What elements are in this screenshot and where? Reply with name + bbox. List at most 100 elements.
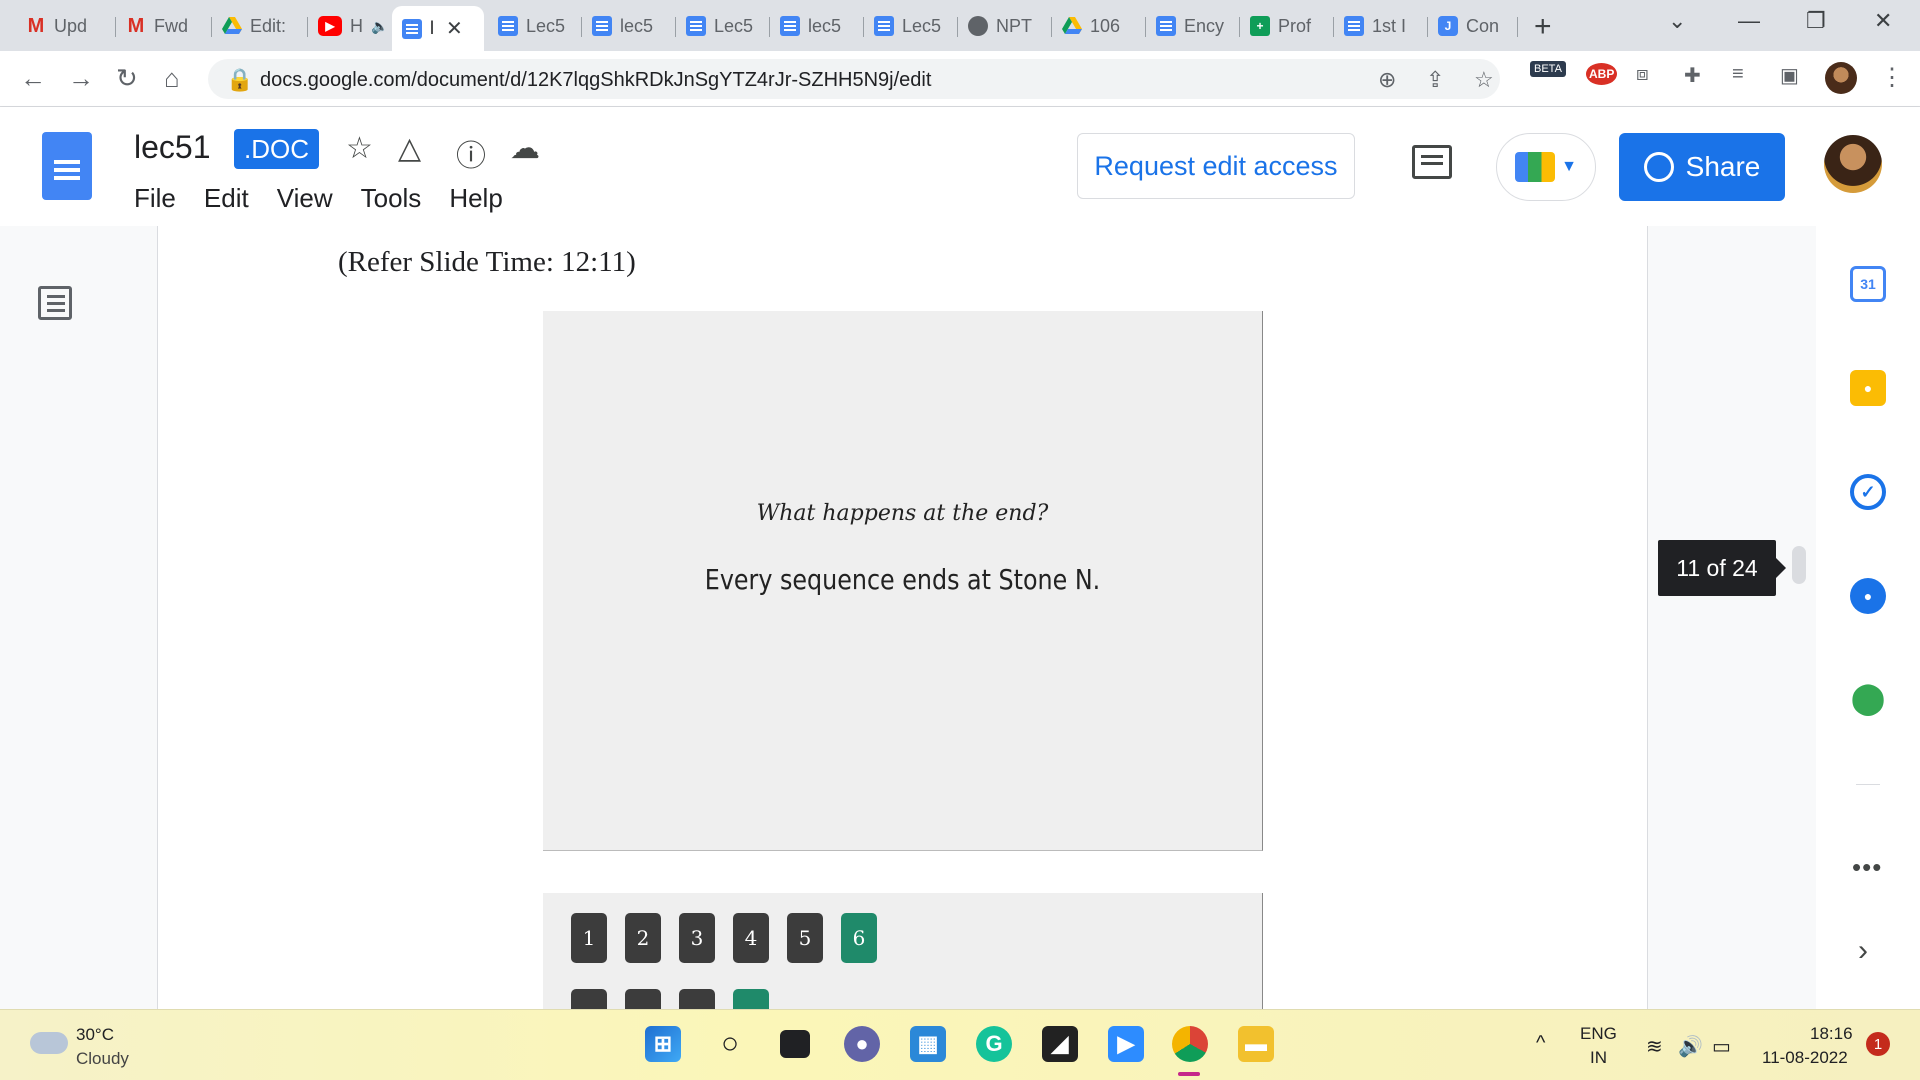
share-button[interactable]: Share [1619, 133, 1785, 201]
docs-icon [874, 16, 894, 36]
grammarly-beta-extension-icon[interactable]: BETA [1530, 61, 1566, 77]
restore-icon[interactable]: ❐ [1806, 8, 1826, 34]
volume-icon[interactable]: 🔊 [1678, 1034, 1703, 1059]
address-bar[interactable]: 🔒 docs.google.com/document/d/12K7lqgShkR… [208, 59, 1500, 99]
comments-icon[interactable] [1412, 145, 1452, 179]
document-title[interactable]: lec51 [134, 129, 211, 166]
google-docs-logo-icon[interactable] [42, 132, 92, 200]
tab-drive-edit[interactable]: Edit: [212, 8, 308, 44]
tasks-icon[interactable]: ✓ [1850, 474, 1886, 510]
menu-file[interactable]: File [134, 183, 176, 214]
speaker-icon[interactable]: 🔈 [371, 18, 388, 35]
calendar-icon[interactable]: 31 [1850, 266, 1886, 302]
new-tab-button[interactable]: + [1534, 10, 1552, 44]
document-canvas: (Refer Slide Time: 12:11) What happens a… [0, 226, 1816, 1009]
region-indicator[interactable]: IN [1590, 1048, 1607, 1068]
menu-tools[interactable]: Tools [361, 183, 422, 214]
contacts-icon[interactable]: ● [1850, 578, 1886, 614]
request-edit-access-button[interactable]: Request edit access [1077, 133, 1355, 199]
more-icon[interactable]: ••• [1852, 852, 1882, 883]
keep-icon[interactable]: ● [1850, 370, 1886, 406]
tab-doc[interactable]: Lec5 [676, 8, 770, 44]
chevron-right-icon[interactable]: › [1858, 934, 1868, 968]
screen-record-icon[interactable]: ⧈ [1636, 63, 1649, 86]
zoom-icon[interactable]: ▶ [1108, 1026, 1144, 1062]
tab-gmail-upd[interactable]: M Upd [16, 8, 116, 44]
chrome-icon[interactable] [1172, 1026, 1208, 1062]
menu-view[interactable]: View [277, 183, 333, 214]
tab-doc[interactable]: lec5 [770, 8, 864, 44]
stone [625, 989, 661, 1009]
scrollbar[interactable] [1792, 546, 1806, 584]
side-panel-icon[interactable]: ▣ [1780, 63, 1799, 88]
wifi-icon[interactable]: ≋ [1646, 1034, 1663, 1059]
tab-youtube[interactable]: ▶ H 🔈 [308, 8, 390, 44]
info-icon[interactable]: ⓘ [456, 131, 486, 175]
file-explorer-icon[interactable]: ▬ [1238, 1026, 1274, 1062]
globe-icon [968, 16, 988, 36]
windows-start-icon[interactable]: ⊞ [645, 1026, 681, 1062]
notification-badge[interactable]: 1 [1866, 1032, 1890, 1056]
back-icon[interactable]: ← [20, 63, 46, 94]
docs-icon [686, 16, 706, 36]
tab-doc[interactable]: lec5 [582, 8, 676, 44]
tab-search-icon[interactable]: ⌄ [1668, 8, 1686, 34]
cloud-status-icon[interactable]: ☁ [510, 131, 540, 166]
share-page-icon[interactable]: ⇪ [1426, 67, 1444, 93]
browser-profile-avatar[interactable] [1825, 62, 1857, 94]
document-outline-icon[interactable] [38, 286, 72, 320]
meet-button[interactable]: ▼ [1496, 133, 1596, 201]
stone: 5 [787, 913, 823, 963]
clock-date[interactable]: 11-08-2022 [1762, 1048, 1848, 1068]
browser-menu-icon[interactable]: ⋮ [1880, 63, 1904, 92]
active-app-indicator [1178, 1072, 1200, 1076]
media-control-icon[interactable]: ≡ [1732, 63, 1744, 86]
clock-time[interactable]: 18:16 [1810, 1024, 1853, 1044]
teams-chat-icon[interactable]: ● [844, 1026, 880, 1062]
tab-doc[interactable]: Ency [1146, 8, 1240, 44]
menu-help[interactable]: Help [449, 183, 502, 214]
microsoft-store-icon[interactable]: ▦ [910, 1026, 946, 1062]
move-to-drive-icon[interactable]: △ [398, 131, 421, 166]
task-view-icon[interactable] [780, 1030, 810, 1058]
reload-icon[interactable]: ↻ [116, 63, 138, 94]
language-indicator[interactable]: ENG [1580, 1024, 1617, 1044]
chevron-up-icon[interactable]: ^ [1536, 1032, 1545, 1055]
close-tab-icon[interactable]: ✕ [446, 16, 463, 41]
tab-j[interactable]: J Con [1428, 8, 1518, 44]
minimize-icon[interactable]: — [1738, 8, 1760, 34]
avatar[interactable] [1824, 135, 1882, 193]
bookmark-star-icon[interactable]: ☆ [1474, 67, 1494, 93]
search-icon[interactable]: ○ [712, 1026, 748, 1062]
weather-description[interactable]: Cloudy [76, 1049, 129, 1069]
tab-nptel[interactable]: NPT [958, 8, 1052, 44]
tab-doc[interactable]: Lec5 [488, 8, 582, 44]
lock-icon[interactable]: 🔒 [226, 67, 253, 93]
weather-temperature[interactable]: 30°C [76, 1025, 114, 1045]
sticky-notes-icon[interactable]: ◢ [1042, 1026, 1078, 1062]
tab-sheet[interactable]: + Prof [1240, 8, 1334, 44]
side-panel: 31 ● ✓ ● ⬤ ••• › [1816, 226, 1920, 1009]
tab-gmail-fwd[interactable]: M Fwd [116, 8, 212, 44]
zoom-icon[interactable]: ⊕ [1378, 67, 1396, 93]
tab-doc[interactable]: Lec5 [864, 8, 958, 44]
extensions-puzzle-icon[interactable]: ✚ [1684, 63, 1701, 88]
star-icon[interactable]: ☆ [346, 131, 373, 166]
forward-icon[interactable]: → [68, 63, 94, 94]
maps-icon[interactable]: ⬤ [1850, 680, 1886, 716]
adblock-plus-icon[interactable]: ABP [1586, 63, 1618, 85]
cloud-weather-icon[interactable] [30, 1032, 68, 1054]
home-icon[interactable]: ⌂ [164, 63, 180, 94]
share-label: Share [1685, 151, 1761, 182]
docs-icon [1344, 16, 1364, 36]
tab-drive-106[interactable]: 106 [1052, 8, 1146, 44]
url-text[interactable]: docs.google.com/document/d/12K7lqgShkRDk… [260, 69, 931, 92]
grammarly-icon[interactable]: G [976, 1026, 1012, 1062]
tab-active-doc[interactable]: l ✕ [392, 6, 484, 51]
menu-edit[interactable]: Edit [204, 183, 249, 214]
battery-icon[interactable]: ▭ [1712, 1034, 1731, 1059]
stone: 3 [679, 913, 715, 963]
close-window-icon[interactable]: ✕ [1874, 8, 1892, 34]
tab-doc[interactable]: 1st I [1334, 8, 1428, 44]
browser-toolbar: ← → ↻ ⌂ 🔒 docs.google.com/document/d/12K… [0, 51, 1920, 107]
